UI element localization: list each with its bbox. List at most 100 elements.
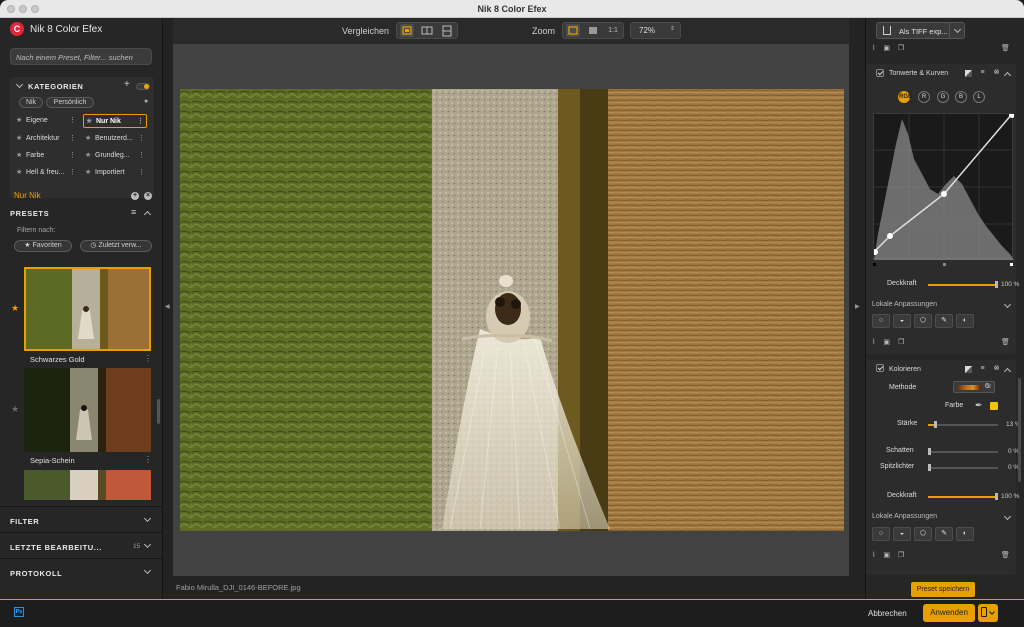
zoom-fill-button[interactable] xyxy=(586,24,600,37)
star-icon[interactable]: ★ xyxy=(16,132,22,146)
copy-icon[interactable]: ▣ xyxy=(883,45,890,52)
slider-thumb[interactable] xyxy=(928,448,931,455)
mask-brush-icon[interactable] xyxy=(965,70,972,77)
method-select[interactable]: 6 ⇕ xyxy=(953,381,995,393)
star-icon[interactable]: ★ xyxy=(11,303,19,314)
tone-opacity-slider[interactable] xyxy=(928,281,998,288)
more-icon[interactable]: ⋮ xyxy=(144,455,152,464)
copy-icon[interactable]: ▣ xyxy=(883,339,890,346)
trash-icon[interactable]: 🗑 xyxy=(1001,551,1010,559)
channel-l-button[interactable]: L xyxy=(973,91,985,103)
polygon-tool-button[interactable]: ⬠ xyxy=(914,527,932,541)
tab-nik[interactable]: Nik xyxy=(19,97,43,108)
slider-thumb[interactable] xyxy=(995,281,998,288)
accordion-protokoll[interactable]: PROTOKOLL xyxy=(0,558,163,584)
compare-split-button[interactable] xyxy=(420,24,434,37)
curve-input-markers[interactable] xyxy=(873,260,1013,266)
more-icon[interactable]: ⋮ xyxy=(69,132,76,146)
eyedropper-icon[interactable]: ✒ xyxy=(975,400,983,411)
right-panel-scrollbar[interactable] xyxy=(1018,378,1021,482)
preset-thumbnail-schwarzes-gold[interactable] xyxy=(24,267,151,351)
luminance-tool-button[interactable]: ◐ xyxy=(956,314,974,328)
mask-brush-icon[interactable] xyxy=(965,366,972,373)
main-photo[interactable] xyxy=(180,89,844,531)
menu-icon[interactable]: ≡ xyxy=(131,207,136,217)
search-input[interactable]: Nach einem Preset, Filter... suchen xyxy=(10,48,152,65)
trash-icon[interactable]: 🗑 xyxy=(1001,338,1010,346)
channel-r-button[interactable]: R xyxy=(918,91,930,103)
star-icon[interactable]: ★ xyxy=(16,166,22,180)
channel-b-button[interactable]: B xyxy=(955,91,967,103)
lasso-tool-button[interactable]: ○ xyxy=(872,527,890,541)
star-icon[interactable]: ★ xyxy=(16,114,22,128)
more-icon[interactable]: ⋮ xyxy=(137,115,144,127)
photoshop-icon[interactable]: Ps xyxy=(14,607,24,617)
slider-thumb[interactable] xyxy=(934,421,938,428)
category-nur-nik[interactable]: ★ Nur Nik ⋮ xyxy=(83,114,147,128)
export-dropdown-button[interactable] xyxy=(949,22,965,39)
strength-slider[interactable] xyxy=(928,421,998,428)
zoom-one-button[interactable]: 1:1 xyxy=(606,24,620,37)
presets-scrollbar[interactable] xyxy=(157,399,160,424)
plus-circle-icon[interactable]: + xyxy=(131,192,139,200)
more-icon[interactable]: ⋮ xyxy=(138,166,145,180)
luminance-tool-button[interactable]: ◐ xyxy=(956,527,974,541)
duplicate-icon[interactable]: ❐ xyxy=(898,45,904,52)
radial-tool-button[interactable]: ◒ xyxy=(893,314,911,328)
brush-tool-button[interactable]: ✎ xyxy=(935,527,953,541)
trash-icon[interactable]: 🗑 xyxy=(1001,44,1010,52)
close-icon[interactable]: ⊗ xyxy=(993,69,1000,76)
mask-icon[interactable]: ⌇ xyxy=(872,45,875,52)
plus-icon[interactable]: + xyxy=(124,79,130,90)
chevron-down-icon[interactable] xyxy=(15,80,24,89)
channel-g-button[interactable]: G xyxy=(937,91,949,103)
apply-button[interactable]: Anwenden xyxy=(923,604,975,622)
more-icon[interactable]: ⋮ xyxy=(69,166,76,180)
preset-thumbnail-sepia-schein[interactable] xyxy=(24,368,151,452)
zoom-value-select[interactable]: 72% ⇕ xyxy=(630,22,681,39)
close-circle-icon[interactable]: × xyxy=(144,192,152,200)
accordion-filter[interactable]: FILTER xyxy=(0,506,163,532)
categories-toggle[interactable] xyxy=(136,83,150,90)
category-grundlegend[interactable]: ★ Grundleg... ⋮ xyxy=(83,149,147,163)
channel-rgb-button[interactable]: RGB xyxy=(898,91,912,103)
category-farbe[interactable]: ★ Farbe ⋮ xyxy=(14,149,78,163)
more-icon[interactable]: ⋮ xyxy=(138,149,145,163)
highlights-slider[interactable] xyxy=(928,464,998,471)
compare-vertical-button[interactable] xyxy=(440,24,454,37)
preset-thumbnail-partial[interactable] xyxy=(24,470,151,500)
favorites-filter-button[interactable]: ★ Favoriten xyxy=(14,240,72,252)
menu-icon[interactable]: ≡ xyxy=(979,365,986,372)
star-icon[interactable]: ★ xyxy=(86,115,92,127)
polygon-tool-button[interactable]: ⬠ xyxy=(914,314,932,328)
slider-thumb[interactable] xyxy=(928,464,931,471)
colorize-checkbox[interactable] xyxy=(876,364,884,372)
star-icon[interactable]: ★ xyxy=(85,132,91,146)
more-icon[interactable]: ⋮ xyxy=(69,149,76,163)
duplicate-icon[interactable]: ❐ xyxy=(898,552,904,559)
collapse-left-handle-icon[interactable]: ◀ xyxy=(165,303,170,317)
recent-filter-button[interactable]: ◷ Zuletzt verw... xyxy=(80,240,152,252)
radial-tool-button[interactable]: ◒ xyxy=(893,527,911,541)
star-icon[interactable]: ★ xyxy=(11,404,19,415)
star-icon[interactable]: ★ xyxy=(85,166,91,180)
shadows-slider[interactable] xyxy=(928,448,998,455)
chevron-up-icon[interactable] xyxy=(143,210,152,219)
apply-options-button[interactable] xyxy=(978,604,998,622)
lasso-tool-button[interactable]: ○ xyxy=(872,314,890,328)
more-icon[interactable]: ⋮ xyxy=(138,132,145,146)
colorize-opacity-slider[interactable] xyxy=(928,493,998,500)
more-icon[interactable]: ⋮ xyxy=(144,354,152,363)
collapse-right-handle-icon[interactable]: ▶ xyxy=(855,303,860,317)
zoom-fit-button[interactable] xyxy=(566,24,580,37)
save-preset-button[interactable]: Preset speichern xyxy=(911,582,975,597)
star-icon[interactable]: ★ xyxy=(85,149,91,163)
duplicate-icon[interactable]: ❐ xyxy=(898,339,904,346)
mask-icon[interactable]: ⌇ xyxy=(872,552,875,559)
tab-persoenlich[interactable]: Persönlich xyxy=(46,97,94,108)
tone-curves-checkbox[interactable] xyxy=(876,69,884,77)
copy-icon[interactable]: ▣ xyxy=(883,552,890,559)
curve-editor[interactable] xyxy=(872,112,1015,260)
cancel-button[interactable]: Abbrechen xyxy=(868,609,907,618)
compare-single-button[interactable] xyxy=(400,24,414,37)
